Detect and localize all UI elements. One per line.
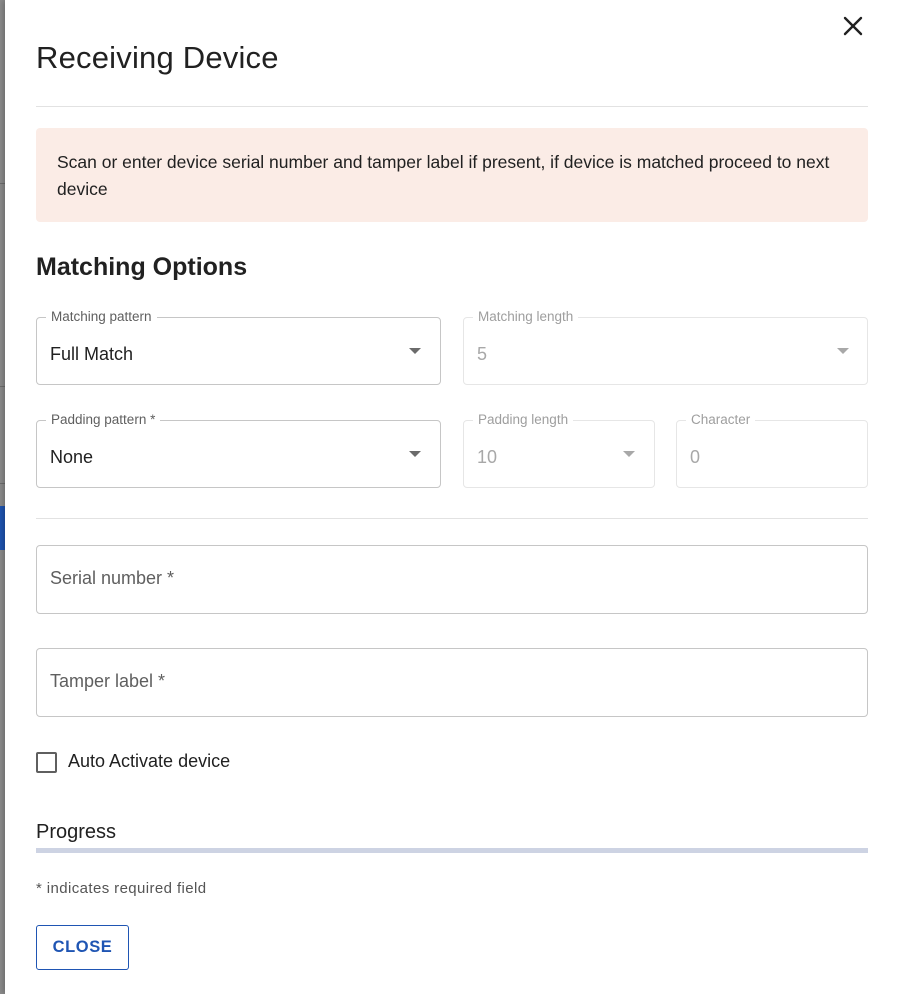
chevron-down-icon bbox=[409, 451, 421, 457]
alert-text: Scan or enter device serial number and t… bbox=[57, 152, 830, 199]
auto-activate-label[interactable]: Auto Activate device bbox=[68, 751, 230, 772]
required-field-note: * indicates required field bbox=[36, 880, 207, 897]
padding-pattern-label: Padding pattern * bbox=[46, 412, 161, 428]
chevron-down-icon bbox=[837, 348, 849, 354]
matching-length-label: Matching length bbox=[473, 309, 579, 325]
character-value: 0 bbox=[690, 447, 701, 467]
matching-length-value: 5 bbox=[477, 344, 488, 364]
character-input[interactable]: Character 0 bbox=[676, 412, 868, 488]
dialog-title: Receiving Device bbox=[36, 40, 279, 75]
character-label: Character bbox=[686, 412, 756, 428]
padding-pattern-select[interactable]: Padding pattern * None bbox=[36, 412, 441, 488]
progress-title: Progress bbox=[36, 821, 117, 843]
info-alert: Scan or enter device serial number and t… bbox=[36, 128, 868, 222]
options-divider bbox=[36, 518, 868, 519]
receiving-device-dialog: Receiving Device Scan or enter device se… bbox=[5, 0, 900, 994]
chevron-down-icon bbox=[409, 348, 421, 354]
auto-activate-checkbox[interactable] bbox=[36, 752, 57, 773]
matching-length-select[interactable]: Matching length 5 bbox=[463, 309, 868, 385]
matching-pattern-label: Matching pattern bbox=[46, 309, 157, 325]
padding-pattern-value: None bbox=[50, 447, 94, 467]
padding-length-value: 10 bbox=[477, 447, 498, 467]
close-icon[interactable] bbox=[839, 12, 867, 40]
tamper-label-input[interactable]: Tamper label * bbox=[36, 648, 868, 717]
close-button[interactable]: CLOSE bbox=[36, 925, 129, 970]
padding-length-label: Padding length bbox=[473, 412, 574, 428]
padding-length-select[interactable]: Padding length 10 bbox=[463, 412, 655, 488]
matching-pattern-select[interactable]: Matching pattern Full Match bbox=[36, 309, 441, 385]
tamper-label-placeholder: Tamper label * bbox=[50, 671, 166, 691]
matching-options-title: Matching Options bbox=[36, 253, 248, 281]
serial-number-placeholder: Serial number * bbox=[50, 568, 175, 588]
progress-bar bbox=[36, 848, 868, 853]
serial-number-input[interactable]: Serial number * bbox=[36, 545, 868, 614]
matching-pattern-value: Full Match bbox=[50, 344, 134, 364]
chevron-down-icon bbox=[623, 451, 635, 457]
title-divider bbox=[36, 106, 868, 107]
